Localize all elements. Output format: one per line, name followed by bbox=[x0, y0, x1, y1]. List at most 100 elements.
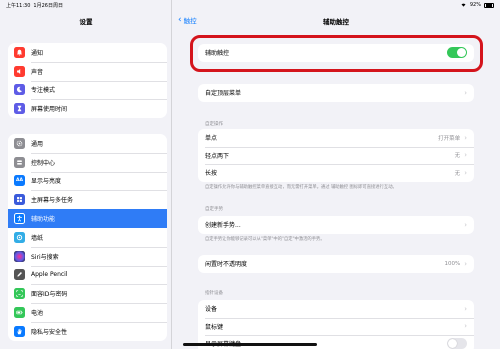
brightness-icon: AA bbox=[14, 175, 25, 187]
device-row-mouse-keys[interactable]: 鼠标键 › bbox=[198, 317, 474, 336]
chevron-right-icon: › bbox=[464, 133, 467, 142]
custom-gestures-card: 创建新手势... › bbox=[198, 216, 474, 234]
device-row-devices[interactable]: 设备 › bbox=[198, 300, 474, 318]
home-indicator[interactable] bbox=[183, 343, 317, 346]
custom-actions-card: 单点 打开菜单 › 轻点两下 无 › 长按 无 › bbox=[198, 129, 474, 182]
sidebar-item-battery[interactable]: 电池 bbox=[8, 303, 167, 322]
sidebar-item-label: 隐私与安全性 bbox=[31, 328, 68, 336]
sidebar-item-wallpaper[interactable]: 墙纸 bbox=[8, 228, 167, 247]
sidebar-group-1: 通知 声音 专注模式 屏幕使用时间 bbox=[8, 43, 167, 119]
sidebar-group-2: 通用 控制中心 AA 显示与亮度 主屏幕与多任务 辅助功能 墙纸 Siri与搜索… bbox=[8, 134, 167, 341]
idle-opacity-value: 100% bbox=[444, 260, 461, 267]
customize-menu-card: 自定顶层菜单 › bbox=[198, 84, 474, 102]
sidebar-title: 设置 bbox=[79, 18, 93, 26]
sidebar-item-label: Apple Pencil bbox=[31, 271, 68, 279]
hand-icon bbox=[14, 325, 25, 337]
sidebar-item-label: 通用 bbox=[31, 140, 44, 148]
assistive-touch-pane: ‹ 触控 辅助触控 辅助触控 自定顶层菜单 › 自定操作 单点 打开菜单 › 轻… bbox=[172, 0, 500, 349]
nav-bar: ‹ 触控 辅助触控 bbox=[172, 14, 500, 28]
chevron-right-icon: › bbox=[464, 259, 467, 268]
action-row-single-tap[interactable]: 单点 打开菜单 › bbox=[198, 129, 474, 147]
customize-menu-row[interactable]: 自定顶层菜单 › bbox=[198, 84, 474, 102]
create-gesture-label: 创建新手势... bbox=[205, 222, 241, 230]
action-value: 打开菜单 bbox=[438, 135, 461, 142]
action-label: 轻点两下 bbox=[205, 152, 230, 160]
sidebar-item-label: 通知 bbox=[31, 49, 44, 57]
custom-gestures-header: 自定手势 bbox=[205, 207, 223, 212]
action-value: 无 bbox=[454, 153, 461, 160]
custom-actions-header: 自定操作 bbox=[205, 122, 223, 127]
sidebar-item-sounds[interactable]: 声音 bbox=[8, 61, 167, 81]
settings-sidebar: 设置 通知 声音 专注模式 屏幕使用时间 通用 控制中心 AA 显示与亮度 主屏… bbox=[0, 0, 172, 349]
chevron-right-icon: › bbox=[464, 168, 467, 177]
control-center-icon bbox=[14, 156, 25, 168]
page-title: 辅助触控 bbox=[323, 18, 349, 26]
battery-icon bbox=[14, 307, 25, 319]
action-row-long-press[interactable]: 长按 无 › bbox=[198, 164, 474, 182]
custom-actions-footer: 自定操作允许你与辅助触控菜单直接互动，而无需打开菜单。通过 辅助触控 图标即可直… bbox=[205, 185, 397, 190]
sidebar-item-face-id[interactable]: 面容ID与密码 bbox=[8, 284, 167, 303]
device-label: 鼠标键 bbox=[205, 323, 224, 331]
chevron-right-icon: › bbox=[464, 88, 467, 97]
moon-icon bbox=[14, 84, 25, 96]
sidebar-item-label: 墙纸 bbox=[31, 234, 44, 242]
sidebar-item-display[interactable]: AA 显示与亮度 bbox=[8, 171, 167, 191]
sidebar-item-privacy[interactable]: 隐私与安全性 bbox=[8, 321, 167, 341]
pencil-icon bbox=[14, 269, 25, 281]
action-value: 无 bbox=[454, 170, 461, 177]
action-label: 单点 bbox=[205, 135, 218, 143]
hourglass-icon bbox=[14, 103, 25, 115]
wallpaper-icon bbox=[14, 231, 25, 243]
sidebar-item-label: 显示与亮度 bbox=[31, 178, 62, 186]
sidebar-item-general[interactable]: 通用 bbox=[8, 134, 167, 153]
sidebar-item-focus[interactable]: 专注模式 bbox=[8, 80, 167, 100]
device-row-onscreen-keyboard: 显示屏幕键盘 bbox=[198, 335, 474, 349]
sidebar-item-label: Siri与搜索 bbox=[31, 253, 59, 261]
customize-menu-label: 自定顶层菜单 bbox=[205, 90, 242, 98]
idle-opacity-label: 闲置时不透明度 bbox=[205, 261, 248, 269]
sidebar-item-notifications[interactable]: 通知 bbox=[8, 43, 167, 62]
battery-indicator-icon bbox=[484, 2, 494, 8]
wifi-icon bbox=[460, 2, 467, 9]
status-bar: 上午11:30 1月26日周日 92% bbox=[0, 0, 500, 10]
battery-percent: 92% bbox=[469, 2, 481, 8]
action-row-double-tap[interactable]: 轻点两下 无 › bbox=[198, 146, 474, 165]
faceid-icon bbox=[14, 288, 25, 300]
onscreen-keyboard-toggle[interactable] bbox=[447, 338, 467, 349]
speaker-icon bbox=[14, 65, 25, 77]
sidebar-item-apple-pencil[interactable]: Apple Pencil bbox=[8, 265, 167, 285]
idle-opacity-card: 闲置时不透明度 100% › bbox=[198, 255, 474, 273]
custom-gestures-footer: 自定手势让你能够记录可以从"菜单"中的"自定"中激活的手势。 bbox=[205, 237, 325, 242]
chevron-right-icon: › bbox=[464, 220, 467, 229]
sidebar-item-accessibility[interactable]: 辅助功能 bbox=[8, 209, 167, 228]
action-label: 长按 bbox=[205, 170, 218, 178]
chevron-right-icon: › bbox=[464, 304, 467, 313]
sidebar-item-label: 屏幕使用时间 bbox=[31, 106, 68, 114]
accessibility-icon bbox=[14, 213, 25, 225]
status-date: 1月26日周日 bbox=[33, 2, 63, 9]
bell-icon bbox=[14, 46, 25, 58]
sidebar-item-label: 面容ID与密码 bbox=[31, 291, 68, 299]
chevron-right-icon: › bbox=[464, 322, 467, 331]
sidebar-item-label: 控制中心 bbox=[31, 159, 56, 167]
pointer-devices-card: 设备 › 鼠标键 › 显示屏幕键盘 bbox=[198, 300, 474, 349]
status-time: 上午11:30 bbox=[6, 2, 31, 9]
pointer-devices-header: 指针设备 bbox=[205, 291, 223, 296]
sidebar-item-label: 电池 bbox=[31, 310, 44, 318]
red-highlight-annotation bbox=[190, 35, 483, 72]
sidebar-item-label: 主屏幕与多任务 bbox=[31, 197, 74, 205]
gear-icon bbox=[14, 137, 25, 149]
create-gesture-row[interactable]: 创建新手势... › bbox=[198, 216, 474, 234]
device-label: 设备 bbox=[205, 306, 218, 314]
sidebar-item-label: 辅助功能 bbox=[31, 216, 56, 224]
home-grid-icon bbox=[14, 194, 25, 206]
sidebar-item-control-center[interactable]: 控制中心 bbox=[8, 152, 167, 172]
sidebar-item-label: 声音 bbox=[31, 68, 44, 76]
idle-opacity-row[interactable]: 闲置时不透明度 100% › bbox=[198, 255, 474, 273]
siri-icon bbox=[14, 250, 25, 262]
chevron-right-icon: › bbox=[464, 151, 467, 160]
sidebar-item-home-screen[interactable]: 主屏幕与多任务 bbox=[8, 190, 167, 209]
sidebar-item-screen-time[interactable]: 屏幕使用时间 bbox=[8, 99, 167, 118]
sidebar-item-label: 专注模式 bbox=[31, 87, 56, 95]
sidebar-item-siri[interactable]: Siri与搜索 bbox=[8, 246, 167, 266]
